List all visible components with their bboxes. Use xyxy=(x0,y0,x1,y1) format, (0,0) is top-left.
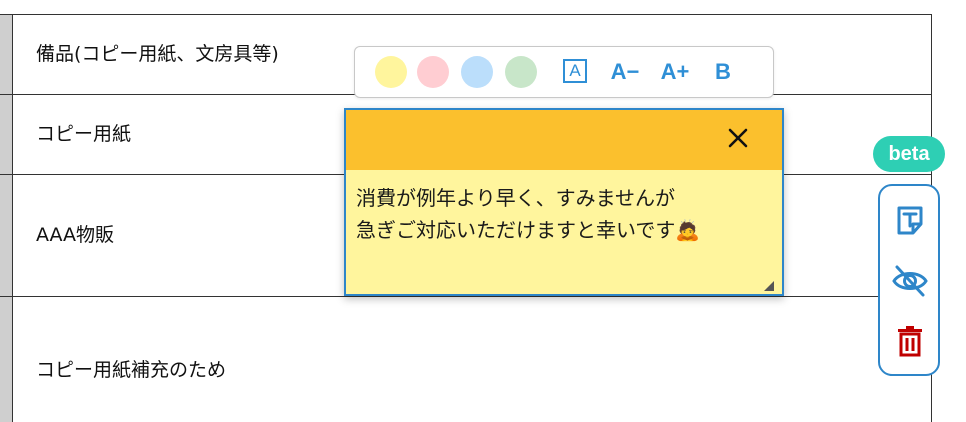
table-cell[interactable]: 備品(コピー用紙、文房具等) xyxy=(36,42,279,66)
color-swatch-pink[interactable] xyxy=(417,56,449,88)
bold-button[interactable]: B xyxy=(709,57,737,87)
note-text-line: 急ぎご対応いただけますと幸いです🙇 xyxy=(356,218,701,242)
page: 備品(コピー用紙、文房具等) コピー用紙 AAA物販 コピー用紙補充のため A … xyxy=(0,0,966,422)
color-swatch-blue[interactable] xyxy=(461,56,493,88)
resize-handle-icon[interactable] xyxy=(764,276,774,291)
font-decrease-button[interactable]: A− xyxy=(607,57,643,87)
color-swatch-green[interactable] xyxy=(505,56,537,88)
note-style-toolbar: A A− A+ B xyxy=(354,46,774,98)
text-style-button[interactable]: A xyxy=(563,59,587,83)
row-header-stripe xyxy=(0,14,12,422)
note-text-line: 消費が例年より早く、すみませんが xyxy=(356,186,675,210)
close-icon[interactable] xyxy=(724,124,752,152)
table-top-border xyxy=(0,14,932,15)
table-cell[interactable]: AAA物販 xyxy=(36,223,114,247)
add-note-icon[interactable] xyxy=(891,202,929,240)
table-left-border xyxy=(12,14,13,422)
sticky-note[interactable]: 消費が例年より早く、すみませんが 急ぎご対応いただけますと幸いです🙇 xyxy=(344,108,784,296)
color-swatch-yellow[interactable] xyxy=(375,56,407,88)
side-toolbar xyxy=(878,184,940,376)
delete-icon[interactable] xyxy=(891,322,929,360)
row-divider xyxy=(0,296,932,297)
beta-badge: beta xyxy=(873,136,945,172)
table-cell[interactable]: コピー用紙補充のため xyxy=(36,358,226,382)
note-text[interactable]: 消費が例年より早く、すみませんが 急ぎご対応いただけますと幸いです🙇 xyxy=(356,182,770,246)
note-header[interactable] xyxy=(346,110,782,170)
table-cell[interactable]: コピー用紙 xyxy=(36,122,131,146)
font-increase-button[interactable]: A+ xyxy=(657,57,693,87)
hide-notes-icon[interactable] xyxy=(891,262,929,300)
